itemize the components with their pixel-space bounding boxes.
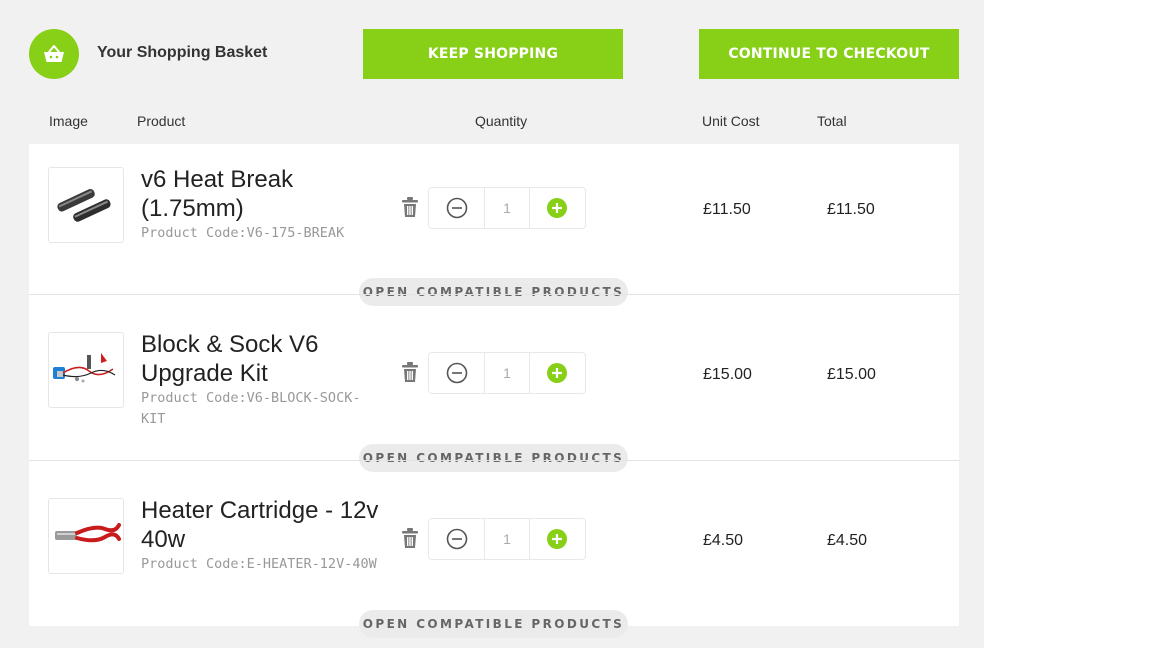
line-total: £4.50 bbox=[827, 532, 868, 549]
column-header-unit-cost: Unit Cost bbox=[702, 113, 760, 129]
minus-circle-icon bbox=[446, 197, 467, 219]
open-compatible-products-button[interactable]: OPEN COMPATIBLE PRODUCTS bbox=[359, 610, 628, 638]
product-name[interactable]: v6 Heat Break (1.75mm) bbox=[141, 165, 386, 223]
trash-icon bbox=[402, 528, 418, 548]
product-code: Product Code:E-HEATER-12V-40W bbox=[141, 556, 377, 572]
quantity-value[interactable]: 1 bbox=[484, 188, 530, 228]
checkout-button[interactable]: CONTINUE TO CHECKOUT bbox=[699, 29, 959, 79]
unit-cost: £15.00 bbox=[703, 366, 752, 383]
decrease-quantity-button[interactable] bbox=[429, 519, 484, 559]
quantity-value[interactable]: 1 bbox=[484, 519, 530, 559]
open-compatible-products-button[interactable]: OPEN COMPATIBLE PRODUCTS bbox=[359, 278, 628, 306]
basket-row: v6 Heat Break (1.75mm) Product Code:V6-1… bbox=[29, 144, 959, 310]
remove-item-button[interactable] bbox=[401, 527, 419, 549]
product-name[interactable]: Block & Sock V6 Upgrade Kit bbox=[141, 330, 386, 388]
product-name[interactable]: Heater Cartridge - 12v 40w bbox=[141, 496, 386, 554]
unit-cost: £11.50 bbox=[703, 201, 751, 218]
quantity-value[interactable]: 1 bbox=[484, 353, 530, 393]
quantity-stepper: 1 bbox=[428, 518, 586, 560]
column-header-total: Total bbox=[817, 113, 847, 129]
minus-circle-icon bbox=[446, 528, 467, 550]
minus-circle-icon bbox=[446, 362, 467, 384]
basket-row: Heater Cartridge - 12v 40w Product Code:… bbox=[29, 476, 959, 642]
remove-item-button[interactable] bbox=[401, 361, 419, 383]
plus-circle-icon bbox=[547, 529, 568, 549]
product-image[interactable] bbox=[48, 167, 124, 243]
basket-icon bbox=[44, 45, 64, 62]
increase-quantity-button[interactable] bbox=[530, 519, 585, 559]
heat-break-image bbox=[57, 189, 111, 222]
product-code: Product Code:V6-175-BREAK bbox=[141, 225, 345, 241]
trash-icon bbox=[402, 362, 418, 382]
decrease-quantity-button[interactable] bbox=[429, 188, 484, 228]
product-code: Product Code:V6-BLOCK-SOCK-KIT bbox=[141, 390, 361, 427]
increase-quantity-button[interactable] bbox=[530, 188, 585, 228]
remove-item-button[interactable] bbox=[401, 196, 419, 218]
basket-items: v6 Heat Break (1.75mm) Product Code:V6-1… bbox=[29, 144, 959, 638]
quantity-stepper: 1 bbox=[428, 352, 586, 394]
block-sock-kit-image bbox=[53, 353, 116, 383]
increase-quantity-button[interactable] bbox=[530, 353, 585, 393]
product-image[interactable] bbox=[48, 332, 124, 408]
keep-shopping-button[interactable]: KEEP SHOPPING bbox=[363, 29, 623, 79]
basket-row: Block & Sock V6 Upgrade Kit Product Code… bbox=[29, 310, 959, 476]
line-total: £15.00 bbox=[827, 366, 876, 383]
basket-panel: Your Shopping Basket KEEP SHOPPING CONTI… bbox=[0, 0, 984, 648]
quantity-stepper: 1 bbox=[428, 187, 586, 229]
page-title: Your Shopping Basket bbox=[97, 44, 268, 61]
column-header-image: Image bbox=[49, 113, 88, 129]
trash-icon bbox=[402, 197, 418, 217]
basket-badge bbox=[29, 29, 79, 79]
product-image[interactable] bbox=[48, 498, 124, 574]
row-divider bbox=[29, 294, 959, 295]
column-header-product: Product bbox=[137, 113, 186, 129]
plus-circle-icon bbox=[547, 198, 568, 218]
unit-cost: £4.50 bbox=[703, 532, 744, 549]
row-divider bbox=[29, 460, 959, 461]
decrease-quantity-button[interactable] bbox=[429, 353, 484, 393]
heater-cartridge-image bbox=[55, 523, 121, 543]
plus-circle-icon bbox=[547, 363, 568, 383]
column-header-quantity: Quantity bbox=[475, 113, 528, 129]
line-total: £11.50 bbox=[827, 201, 875, 218]
open-compatible-products-button[interactable]: OPEN COMPATIBLE PRODUCTS bbox=[359, 444, 628, 472]
